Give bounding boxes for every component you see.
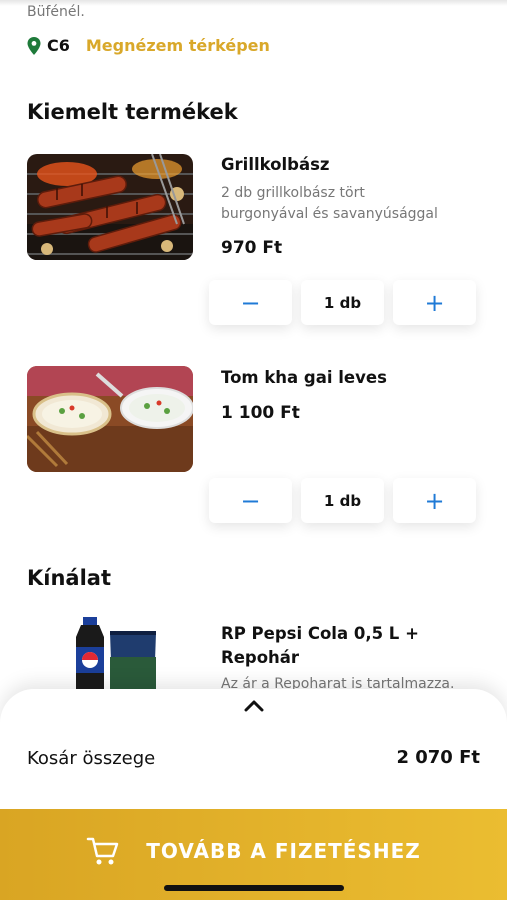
pepsi-image[interactable] <box>66 617 176 689</box>
product-description: 2 db grillkolbász tört burgonyával és sa… <box>221 183 481 225</box>
home-indicator <box>164 885 344 891</box>
location-pin-icon <box>27 36 41 55</box>
product-description-line: burgonyával és savanyúsággal <box>221 206 438 222</box>
product-description-line: 2 db grillkolbász tört <box>221 185 365 201</box>
quantity-stepper: − 1 db + <box>209 478 476 523</box>
view-map-link[interactable]: Megnézem térképen <box>86 36 270 55</box>
decrease-button[interactable]: − <box>209 280 292 325</box>
quantity-value: 1 db <box>301 280 384 325</box>
decrease-button[interactable]: − <box>209 478 292 523</box>
increase-button[interactable]: + <box>393 280 476 325</box>
product-name: Grillkolbász <box>221 155 330 174</box>
tom-kha-image[interactable] <box>27 366 193 472</box>
offer-product-name-line: RP Pepsi Cola 0,5 L + <box>221 624 419 643</box>
cart-total-label: Kosár összege <box>27 748 156 769</box>
quantity-value: 1 db <box>301 478 384 523</box>
product-price: 1 100 Ft <box>221 403 300 423</box>
checkout-label: TOVÁBB A FIZETÉSHEZ <box>146 838 421 863</box>
cart-total-value: 2 070 Ft <box>396 747 480 768</box>
offer-product-name: RP Pepsi Cola 0,5 L + Repohár <box>221 622 419 670</box>
location-code: C6 <box>47 36 70 55</box>
quantity-stepper: − 1 db + <box>209 280 476 325</box>
product-name: Tom kha gai leves <box>221 368 387 387</box>
increase-button[interactable]: + <box>393 478 476 523</box>
offer-title: Kínálat <box>27 566 111 590</box>
location-row: C6 Megnézem térképen <box>27 36 270 55</box>
chevron-up-icon[interactable] <box>243 698 265 712</box>
cart-icon <box>87 837 119 864</box>
featured-title: Kiemelt termékek <box>27 100 238 124</box>
product-price: 970 Ft <box>221 238 283 258</box>
offer-product-name-line: Repohár <box>221 648 300 667</box>
intro-text: Büfénél. <box>27 4 85 20</box>
grillkolbasz-image[interactable] <box>27 154 193 260</box>
